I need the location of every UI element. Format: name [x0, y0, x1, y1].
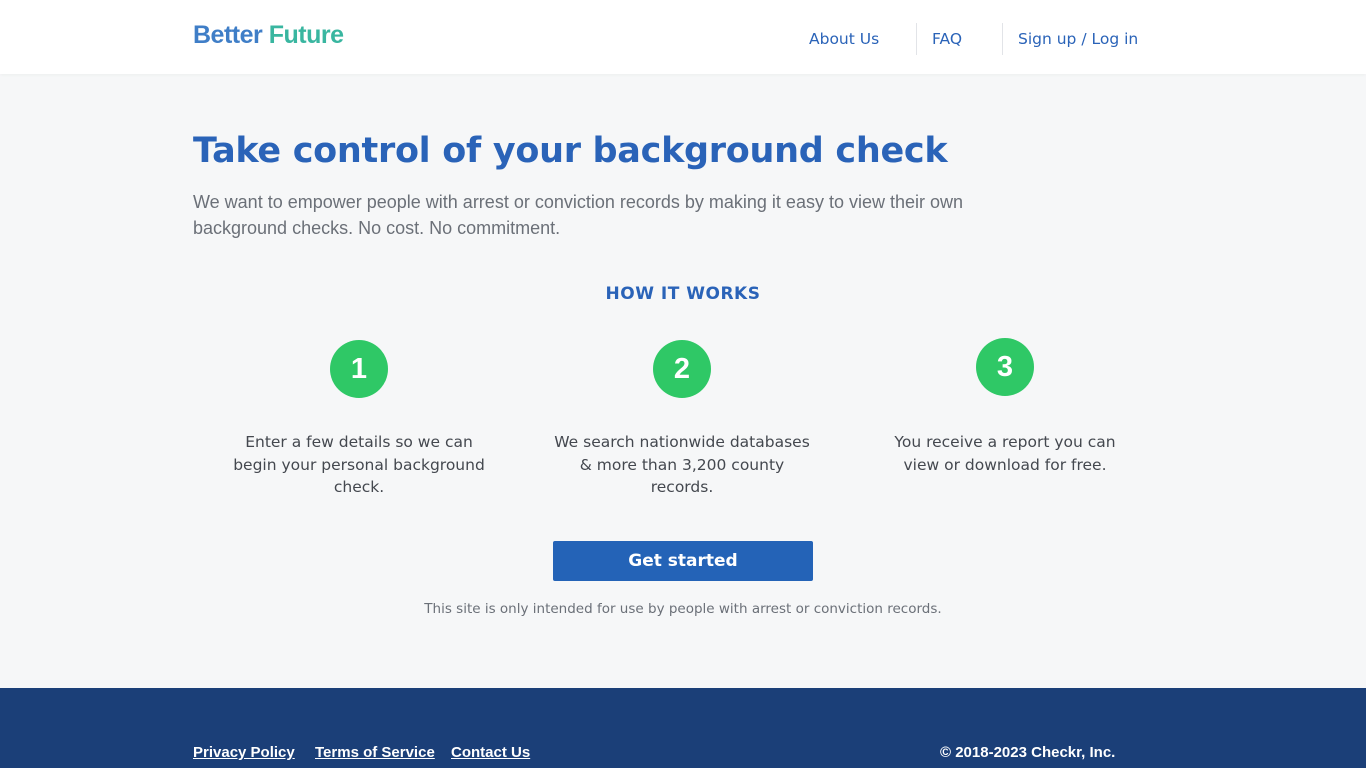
step-description: Enter a few details so we can begin your… — [233, 433, 485, 496]
copyright-text: © 2018-2023 Checkr, Inc. — [940, 744, 1116, 761]
step-number-badge: 3 — [976, 338, 1034, 396]
terms-of-service-link[interactable]: Terms of Service — [315, 744, 435, 762]
page-title: Take control of your background check — [193, 131, 948, 171]
hero-description: We want to empower people with arrest or… — [193, 192, 964, 238]
step-description: You receive a report you can view or dow… — [894, 433, 1116, 474]
logo[interactable]: Better Future — [193, 20, 344, 50]
contact-us-link[interactable]: Contact Us — [451, 744, 530, 762]
site-header: Better Future About Us FAQ Sign up / Log… — [0, 0, 1366, 74]
step-1: 1 Enter a few details so we can begin yo… — [219, 340, 499, 499]
privacy-policy-link[interactable]: Privacy Policy — [193, 744, 295, 762]
nav-about-us-link[interactable]: About Us — [809, 22, 879, 56]
how-it-works-heading: HOW IT WORKS — [605, 284, 761, 304]
eligibility-disclaimer: This site is only intended for use by pe… — [424, 601, 942, 617]
step-description: We search nationwide databases & more th… — [554, 433, 810, 496]
step-number-badge: 1 — [330, 340, 388, 398]
step-3: 3 You receive a report you can view or d… — [865, 338, 1145, 476]
nav-faq-link[interactable]: FAQ — [932, 22, 962, 56]
nav-signup-login-link[interactable]: Sign up / Log in — [1018, 22, 1138, 56]
site-footer: Privacy Policy Terms of Service Contact … — [0, 688, 1366, 768]
nav-divider — [1002, 23, 1003, 55]
logo-word-better: Better — [193, 21, 263, 49]
nav-divider — [916, 23, 917, 55]
step-2: 2 We search nationwide databases & more … — [542, 340, 822, 499]
step-number-badge: 2 — [653, 340, 711, 398]
get-started-button[interactable]: Get started — [553, 541, 813, 581]
logo-word-future: Future — [268, 21, 344, 49]
